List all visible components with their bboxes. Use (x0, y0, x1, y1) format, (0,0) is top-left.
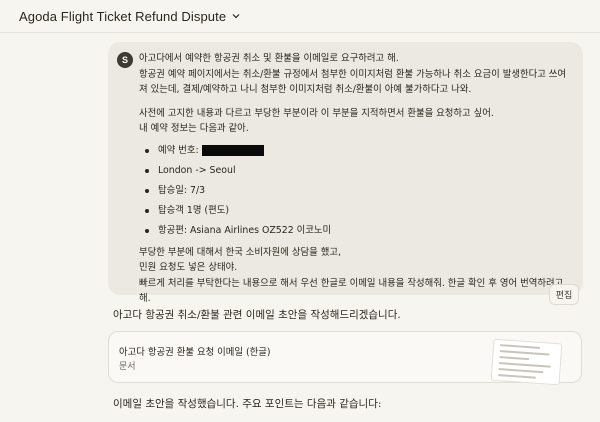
chevron-down-icon[interactable] (232, 12, 240, 20)
redacted-block (201, 145, 264, 156)
list-item-label: 예약 번호: (158, 144, 199, 156)
thumbnail-line (497, 374, 536, 379)
document-thumbnail (490, 338, 563, 386)
bullet-icon (145, 168, 149, 173)
message-paragraph: 부당한 부분에 대해서 한국 소비자원에 상담을 했고, 민원 요청도 넣은 상… (139, 245, 571, 307)
message-paragraph: 사전에 고지한 내용과 다르고 부당한 부분이라 이 부분을 지적하면서 환불을… (139, 106, 571, 137)
list-item-label: 탑승객 1명 (편도) (158, 204, 229, 216)
list-item-label: London -> Seoul (158, 164, 236, 176)
message-paragraph: 아고다에서 예약한 항공권 취소 및 환불을 이메일로 요구하려고 해. 항공권… (139, 51, 571, 98)
list-item: 탑승일: 7/3 (145, 181, 571, 201)
bullet-icon (145, 208, 149, 213)
conversation-title[interactable]: Agoda Flight Ticket Refund Dispute (19, 9, 226, 24)
thumbnail-line (498, 368, 544, 374)
list-item: London -> Seoul (145, 161, 571, 181)
artifact-card[interactable]: 아고다 항공권 환불 요청 이메일 (한글) 문서 (108, 331, 582, 386)
bullet-icon (145, 148, 149, 153)
assistant-reply-summary: 이메일 초안을 작성했습니다. 주요 포인트는 다음과 같습니다: (113, 398, 382, 410)
edit-button[interactable]: 편집 (549, 284, 579, 305)
list-item: 탑승객 1명 (편도) (145, 201, 571, 221)
assistant-reply-intro: 아고다 항공권 취소/환불 관련 이메일 초안을 작성해드리겠습니다. (113, 309, 401, 321)
message-line: 사전에 고지한 내용과 다르고 부당한 부분이라 이 부분을 지적하면서 환불을… (139, 107, 494, 119)
booking-info-list: 예약 번호: London -> Seoul 탑승일: 7/3 탑승객 1명 (… (145, 141, 571, 241)
user-avatar: S (117, 52, 133, 68)
message-line: 아고다에서 예약한 항공권 취소 및 환불을 이메일로 요구하려고 해. (139, 53, 399, 64)
message-line: 내 예약 정보는 다음과 같아. (139, 123, 249, 134)
bullet-icon (145, 188, 149, 193)
message-line: 부당한 부분에 대해서 한국 소비자원에 상담을 했고, (139, 246, 341, 258)
user-message-text: 아고다에서 예약한 항공권 취소 및 환불을 이메일로 요구하려고 해. 항공권… (139, 51, 571, 315)
bullet-icon (145, 228, 149, 233)
message-line: 빠르게 처리를 부탁한다는 내용으로 해서 우선 한글로 이메일 내용을 작성해… (139, 277, 564, 305)
user-message-bubble: S 아고다에서 예약한 항공권 취소 및 환불을 이메일로 요구하려고 해. 항… (108, 42, 583, 304)
thumbnail-line (499, 356, 530, 361)
artifact-title: 아고다 항공권 환불 요청 이메일 (한글) (119, 347, 271, 358)
message-line: 민원 요청도 넣은 상태야. (139, 262, 238, 273)
thumbnail-line (498, 362, 551, 368)
artifact-type: 문서 (119, 362, 136, 372)
list-item: 항공편: Asiana Airlines OZ522 이코노미 (145, 221, 571, 241)
thumbnail-line (499, 350, 550, 356)
list-item-label: 탑승일: 7/3 (158, 184, 206, 196)
thumbnail-line (500, 344, 541, 349)
list-item: 예약 번호: (145, 141, 571, 161)
top-bar: Agoda Flight Ticket Refund Dispute (0, 0, 600, 33)
message-line: 항공권 예약 페이지에서는 취소/환불 규정에서 첨부한 이미지처럼 환불 가능… (139, 68, 567, 96)
list-item-label: 항공편: Asiana Airlines OZ522 이코노미 (158, 224, 332, 236)
